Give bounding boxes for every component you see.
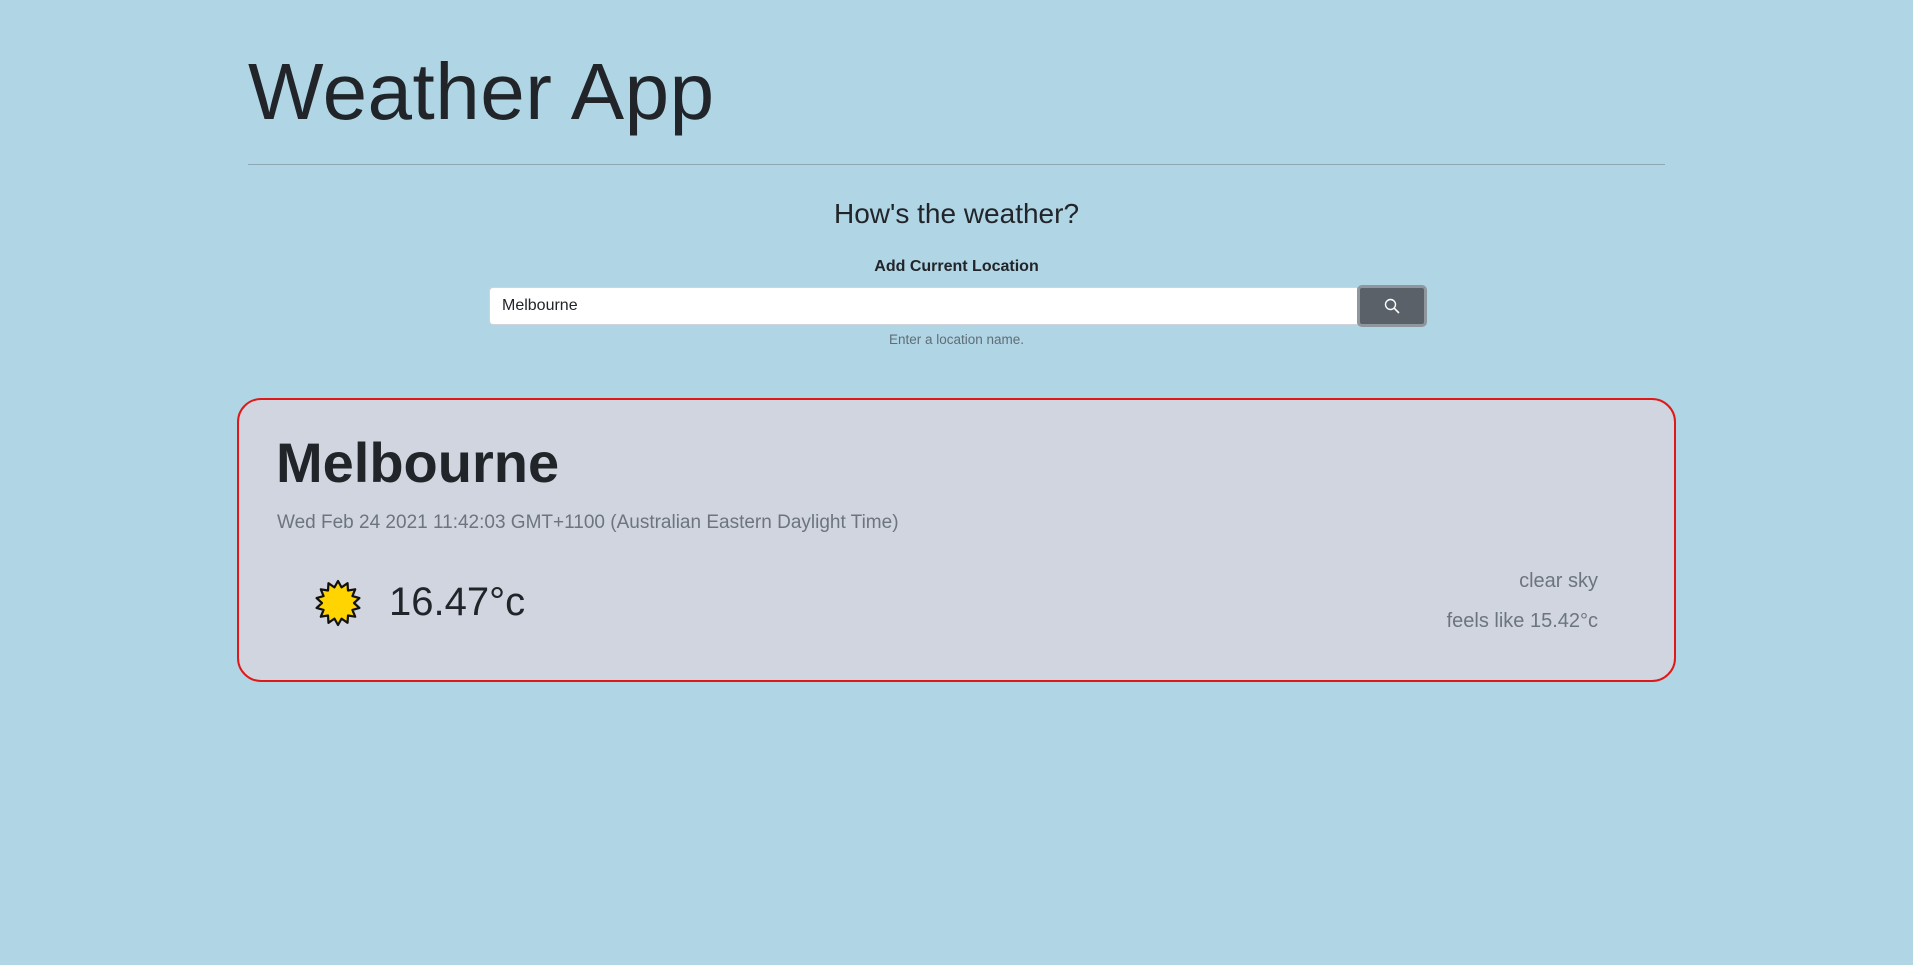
app-title: Weather App <box>248 47 715 136</box>
location-helper-text: Enter a location name. <box>888 332 1025 347</box>
search-button[interactable] <box>1357 285 1427 327</box>
location-label: Add Current Location <box>874 258 1039 275</box>
sun-icon <box>315 579 361 627</box>
page: Weather App How's the weather? Add Curre… <box>0 0 1913 965</box>
search-heading: How's the weather? <box>833 198 1080 229</box>
weather-description: clear sky <box>1519 570 1598 592</box>
feels-like: feels like 15.42°c <box>1446 610 1598 632</box>
search-icon <box>1384 298 1400 314</box>
weather-card: Melbourne Wed Feb 24 2021 11:42:03 GMT+1… <box>237 398 1676 682</box>
local-datetime: Wed Feb 24 2021 11:42:03 GMT+1100 (Austr… <box>277 512 899 533</box>
location-input[interactable] <box>489 287 1357 325</box>
title-divider <box>248 164 1665 165</box>
city-name: Melbourne <box>276 431 560 494</box>
search-form <box>489 285 1427 327</box>
temperature: 16.47°c <box>389 580 526 624</box>
